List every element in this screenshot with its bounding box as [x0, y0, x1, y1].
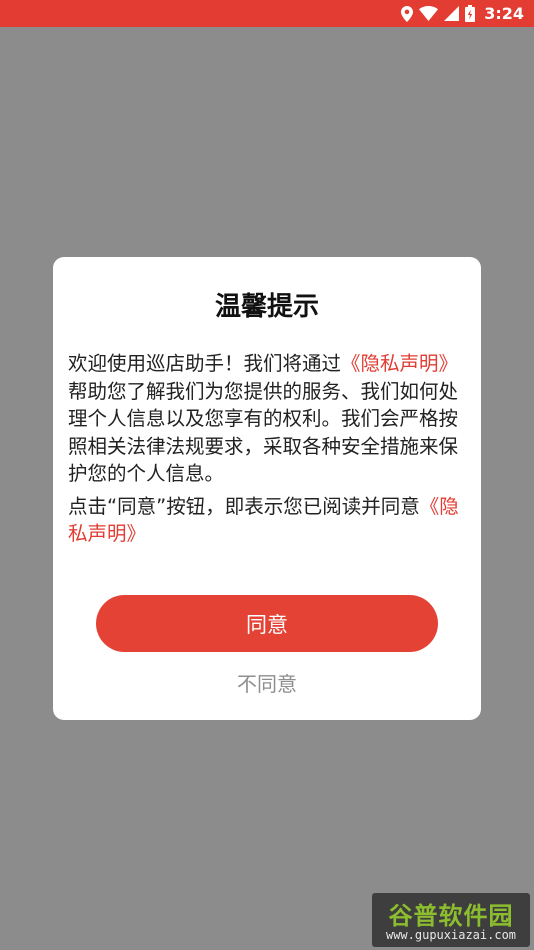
dialog-title: 温馨提示 — [214, 292, 319, 322]
notice-text-part: 欢迎使用巡店助手！我们将通过 — [68, 352, 342, 375]
consent-text-part: 点击“同意”按钮，即表示您已阅读并同意 — [68, 494, 420, 518]
consent-text: 点击“同意”按钮，即表示您已阅读并同意《隐私声明》 — [68, 493, 464, 548]
privacy-notice-text: 欢迎使用巡店助手！我们将通过《隐私声明》帮助您了解我们为您提供的服务、我们如何处… — [68, 350, 464, 488]
clock: 3:24 — [484, 4, 524, 23]
watermark-logo: 谷普软件园 — [388, 902, 514, 930]
dialog-body: 欢迎使用巡店助手！我们将通过《隐私声明》帮助您了解我们为您提供的服务、我们如何处… — [68, 350, 464, 548]
agree-button[interactable]: 同意 — [96, 595, 438, 652]
status-bar: 3:24 — [0, 0, 534, 27]
wifi-icon — [419, 6, 439, 21]
watermark-url: www.gupuxiazai.com — [385, 928, 517, 942]
watermark: 谷普软件园 www.gupuxiazai.com — [372, 893, 530, 947]
status-icons: 3:24 — [401, 0, 524, 27]
battery-icon — [465, 5, 476, 22]
privacy-statement-link[interactable]: 《隐私声明》 — [341, 352, 458, 375]
disagree-button[interactable]: 不同意 — [96, 666, 438, 698]
signal-icon — [444, 6, 460, 21]
location-icon — [401, 5, 414, 22]
notice-text-part: 帮助您了解我们为您提供的服务、我们如何处理个人信息以及您享有的权利。我们会严格按… — [68, 379, 459, 486]
